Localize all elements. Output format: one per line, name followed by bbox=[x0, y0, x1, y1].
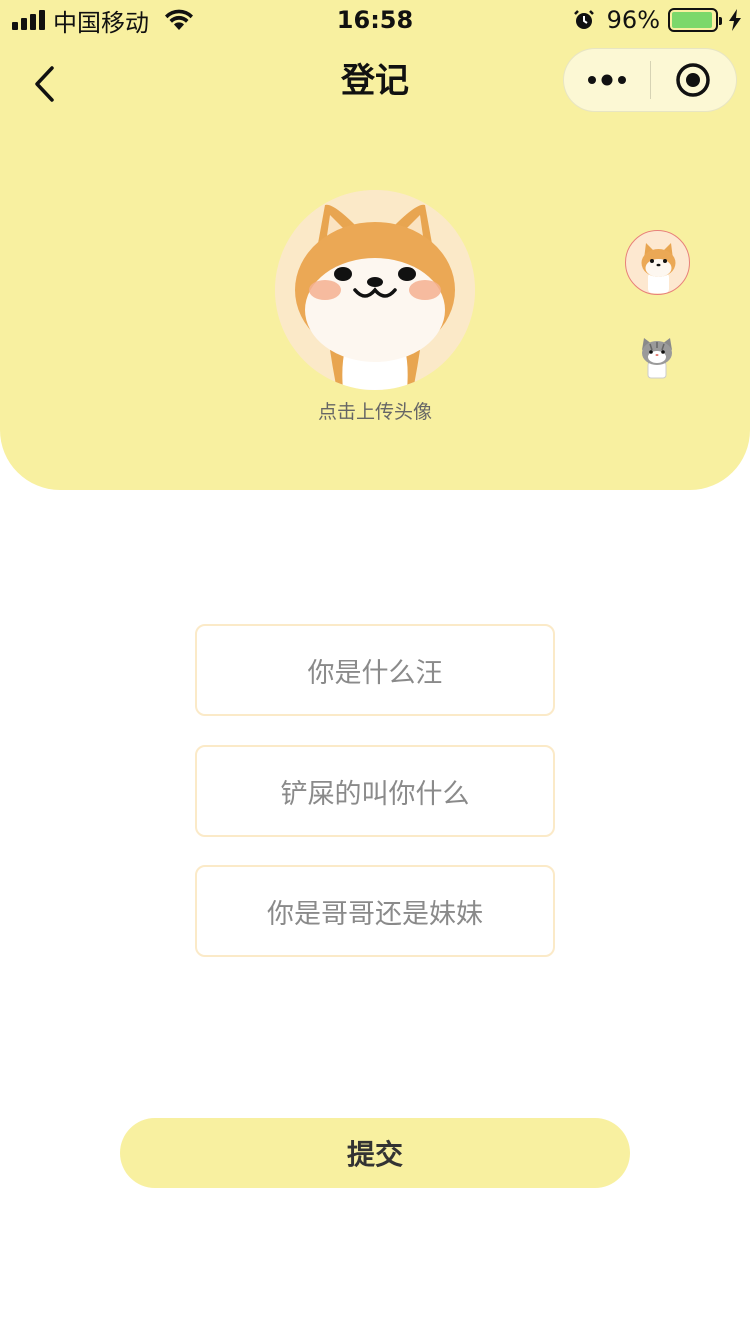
avatar-option-dog[interactable] bbox=[625, 230, 690, 295]
nickname-placeholder: 铲屎的叫你什么 bbox=[280, 778, 470, 810]
more-button[interactable] bbox=[564, 49, 650, 111]
dog-avatar-icon bbox=[641, 243, 676, 293]
shiba-dog-avatar-icon bbox=[275, 190, 475, 390]
close-button[interactable] bbox=[651, 49, 737, 111]
mini-program-capsule bbox=[563, 48, 737, 112]
breed-placeholder: 你是什么汪 bbox=[307, 657, 443, 689]
charging-icon bbox=[729, 9, 741, 31]
avatar-option-cat[interactable] bbox=[636, 336, 678, 380]
submit-button[interactable]: 提交 bbox=[120, 1118, 630, 1188]
more-dots-icon bbox=[587, 74, 626, 86]
breed-input[interactable]: 你是什么汪 bbox=[195, 624, 555, 716]
gender-input[interactable]: 你是哥哥还是妹妹 bbox=[195, 865, 555, 957]
battery-percent: 96% bbox=[606, 6, 660, 34]
battery-icon bbox=[668, 8, 722, 32]
status-right: 96% bbox=[573, 4, 742, 36]
target-close-icon bbox=[676, 63, 710, 97]
alarm-icon bbox=[573, 10, 594, 29]
gender-placeholder: 你是哥哥还是妹妹 bbox=[267, 898, 483, 930]
cat-avatar-icon bbox=[642, 338, 672, 379]
avatar-upload[interactable] bbox=[275, 190, 475, 390]
upload-avatar-label: 点击上传头像 bbox=[317, 401, 432, 423]
status-bar: 中国移动 16:58 96% bbox=[0, 0, 750, 40]
nickname-input[interactable]: 铲屎的叫你什么 bbox=[195, 745, 555, 837]
battery-fill bbox=[672, 12, 713, 28]
